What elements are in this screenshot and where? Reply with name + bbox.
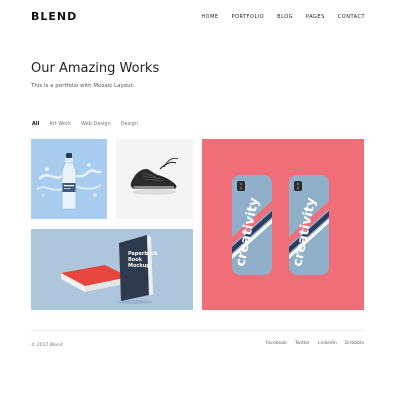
nav-portfolio[interactable]: PORTFOLIO <box>232 14 265 20</box>
filter-design[interactable]: Design <box>121 121 138 127</box>
portfolio-item-water-bottle[interactable] <box>31 139 107 219</box>
nav-home[interactable]: HOME <box>201 14 218 20</box>
nav-pages[interactable]: PAGES <box>306 14 325 20</box>
filter-all[interactable]: All <box>32 121 39 127</box>
main-nav: HOME PORTFOLIO BLOG PAGES CONTACT <box>201 14 365 20</box>
nav-contact[interactable]: CONTACT <box>338 14 365 20</box>
social-twitter[interactable]: Twitter <box>295 341 310 346</box>
filter-web-design[interactable]: Web Design <box>81 121 111 127</box>
page-subtitle: This is a portfolio with Mosaic Layout. <box>31 83 135 89</box>
water-bottle-image <box>31 139 107 219</box>
page-title: Our Amazing Works <box>31 61 160 76</box>
filter-art-work[interactable]: Art Work <box>49 121 71 127</box>
portfolio-item-sneaker[interactable] <box>116 139 193 219</box>
social-facebook[interactable]: Facebook <box>266 341 287 346</box>
portfolio-item-phone-cases[interactable]: creativity creativity <box>202 139 364 310</box>
phone-cases-image: creativity creativity <box>202 139 364 310</box>
site-header: BLEND HOME PORTFOLIO BLOG PAGES CONTACT <box>0 0 400 34</box>
social-dribbble[interactable]: Dribbble <box>345 341 364 346</box>
sneaker-image <box>116 139 193 219</box>
book-title-line-3: Mockup <box>128 263 150 269</box>
footer-copyright: © 2017 Blend <box>31 343 63 348</box>
portfolio-filters: All Art Work Web Design Design <box>32 121 138 127</box>
book-mockup-image: Paperback Book Mockup <box>31 229 193 310</box>
portfolio-item-book-mockup[interactable]: Paperback Book Mockup <box>31 229 193 310</box>
site-logo[interactable]: BLEND <box>31 10 77 23</box>
nav-blog[interactable]: BLOG <box>277 14 293 20</box>
footer-divider <box>31 330 364 331</box>
footer-social-links: Facebook Twitter LinkedIn Dribbble <box>266 341 364 346</box>
social-linkedin[interactable]: LinkedIn <box>318 341 337 346</box>
